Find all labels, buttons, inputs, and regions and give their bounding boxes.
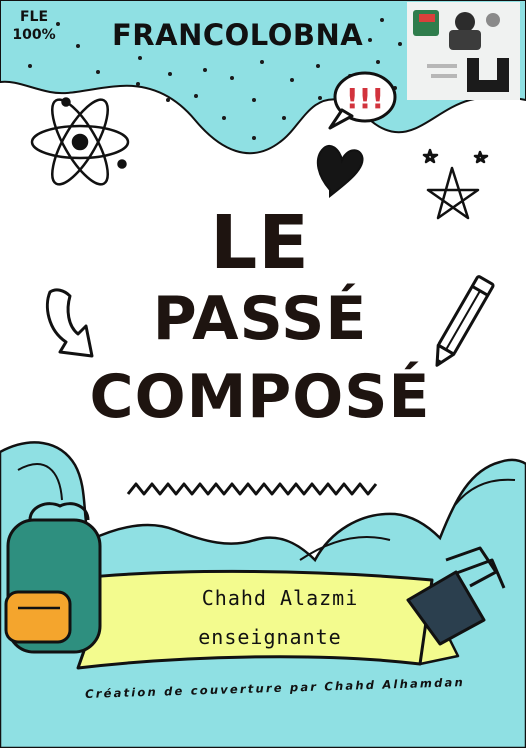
atom-icon — [30, 97, 130, 186]
title-line-3: COMPOSÉ — [89, 362, 431, 432]
fle-line-2: 100% — [12, 27, 56, 43]
zigzag-underline — [126, 482, 378, 496]
author-name: Chahd Alazmi — [201, 586, 359, 610]
backpack-icon — [4, 502, 102, 654]
fle-label: FLE 100% — [8, 8, 60, 44]
title-line-2: PASSÉ — [152, 284, 368, 354]
fle-line-1: FLE — [19, 9, 49, 25]
author-role: enseignante — [198, 625, 342, 649]
svg-text:!!!: !!! — [346, 82, 384, 115]
title-line-1: LE — [210, 200, 310, 286]
brand-title: FRANCOLOBNA — [112, 18, 364, 52]
heart-icon — [316, 144, 364, 199]
site-logo — [407, 2, 520, 100]
cover-page: !!! FLE 100% FRANCOLOBNA LE PASSÉ COMPOS… — [0, 0, 526, 748]
